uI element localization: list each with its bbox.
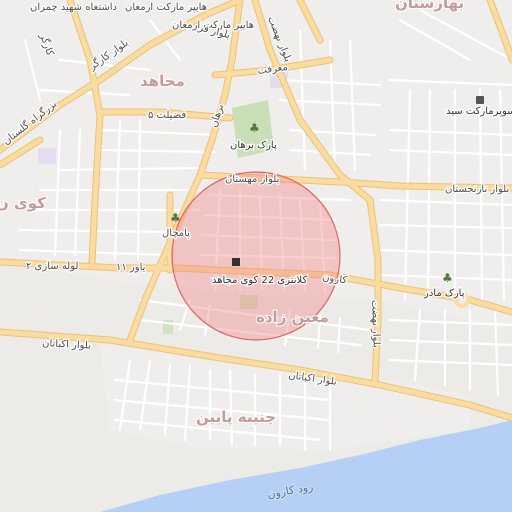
district-label-koye: کوی ن — [0, 194, 46, 212]
district-label-moin-zade: معین زاده — [256, 308, 329, 326]
label-fazilat: فضیلت ۵ — [148, 110, 186, 121]
label-mahastan: بلوار مهستان — [225, 174, 279, 185]
tree-icon: ♣ — [170, 211, 181, 225]
purple-zone-2 — [38, 148, 56, 164]
poi-label-park-borhan: پارک برهان — [230, 140, 277, 151]
district-label-chonibe: چنیبه پایین — [196, 408, 276, 427]
tree-icon: ♣ — [249, 121, 260, 135]
label-naranjestan: بلوار نارنجستان — [445, 184, 509, 195]
label-pamchal: پامچال — [162, 228, 190, 239]
label-nahzat-bottom: بلوار نهضت — [369, 300, 382, 348]
police-icon — [232, 258, 240, 266]
poi-label-park-madar: پارک مادر — [423, 288, 465, 299]
poi-label-police: کلانتری 22 کوی مجاهد — [212, 275, 308, 286]
label-top-market: هایپر مارکت ارمغان — [125, 2, 207, 13]
label-yavar: یاور ۱۱ — [116, 262, 146, 273]
district-label-top-right: بهارستان — [395, 0, 464, 12]
district-label-mojahed: مجاهد — [140, 72, 185, 90]
shopping-bag-icon — [476, 96, 484, 104]
map-canvas[interactable]: بهارستان مجاهد معین زاده چنیبه پایین کوی… — [0, 0, 512, 512]
poi-pamchal[interactable]: ♣ — [170, 211, 181, 225]
tree-icon: ♣ — [442, 271, 453, 285]
label-top-left: داشتغاه شهید چمران — [30, 2, 117, 13]
label-lole-sazi: لوله سازی ۲ — [26, 261, 78, 272]
poi-label-supermarket: سوپرمارکت سید — [446, 106, 512, 117]
